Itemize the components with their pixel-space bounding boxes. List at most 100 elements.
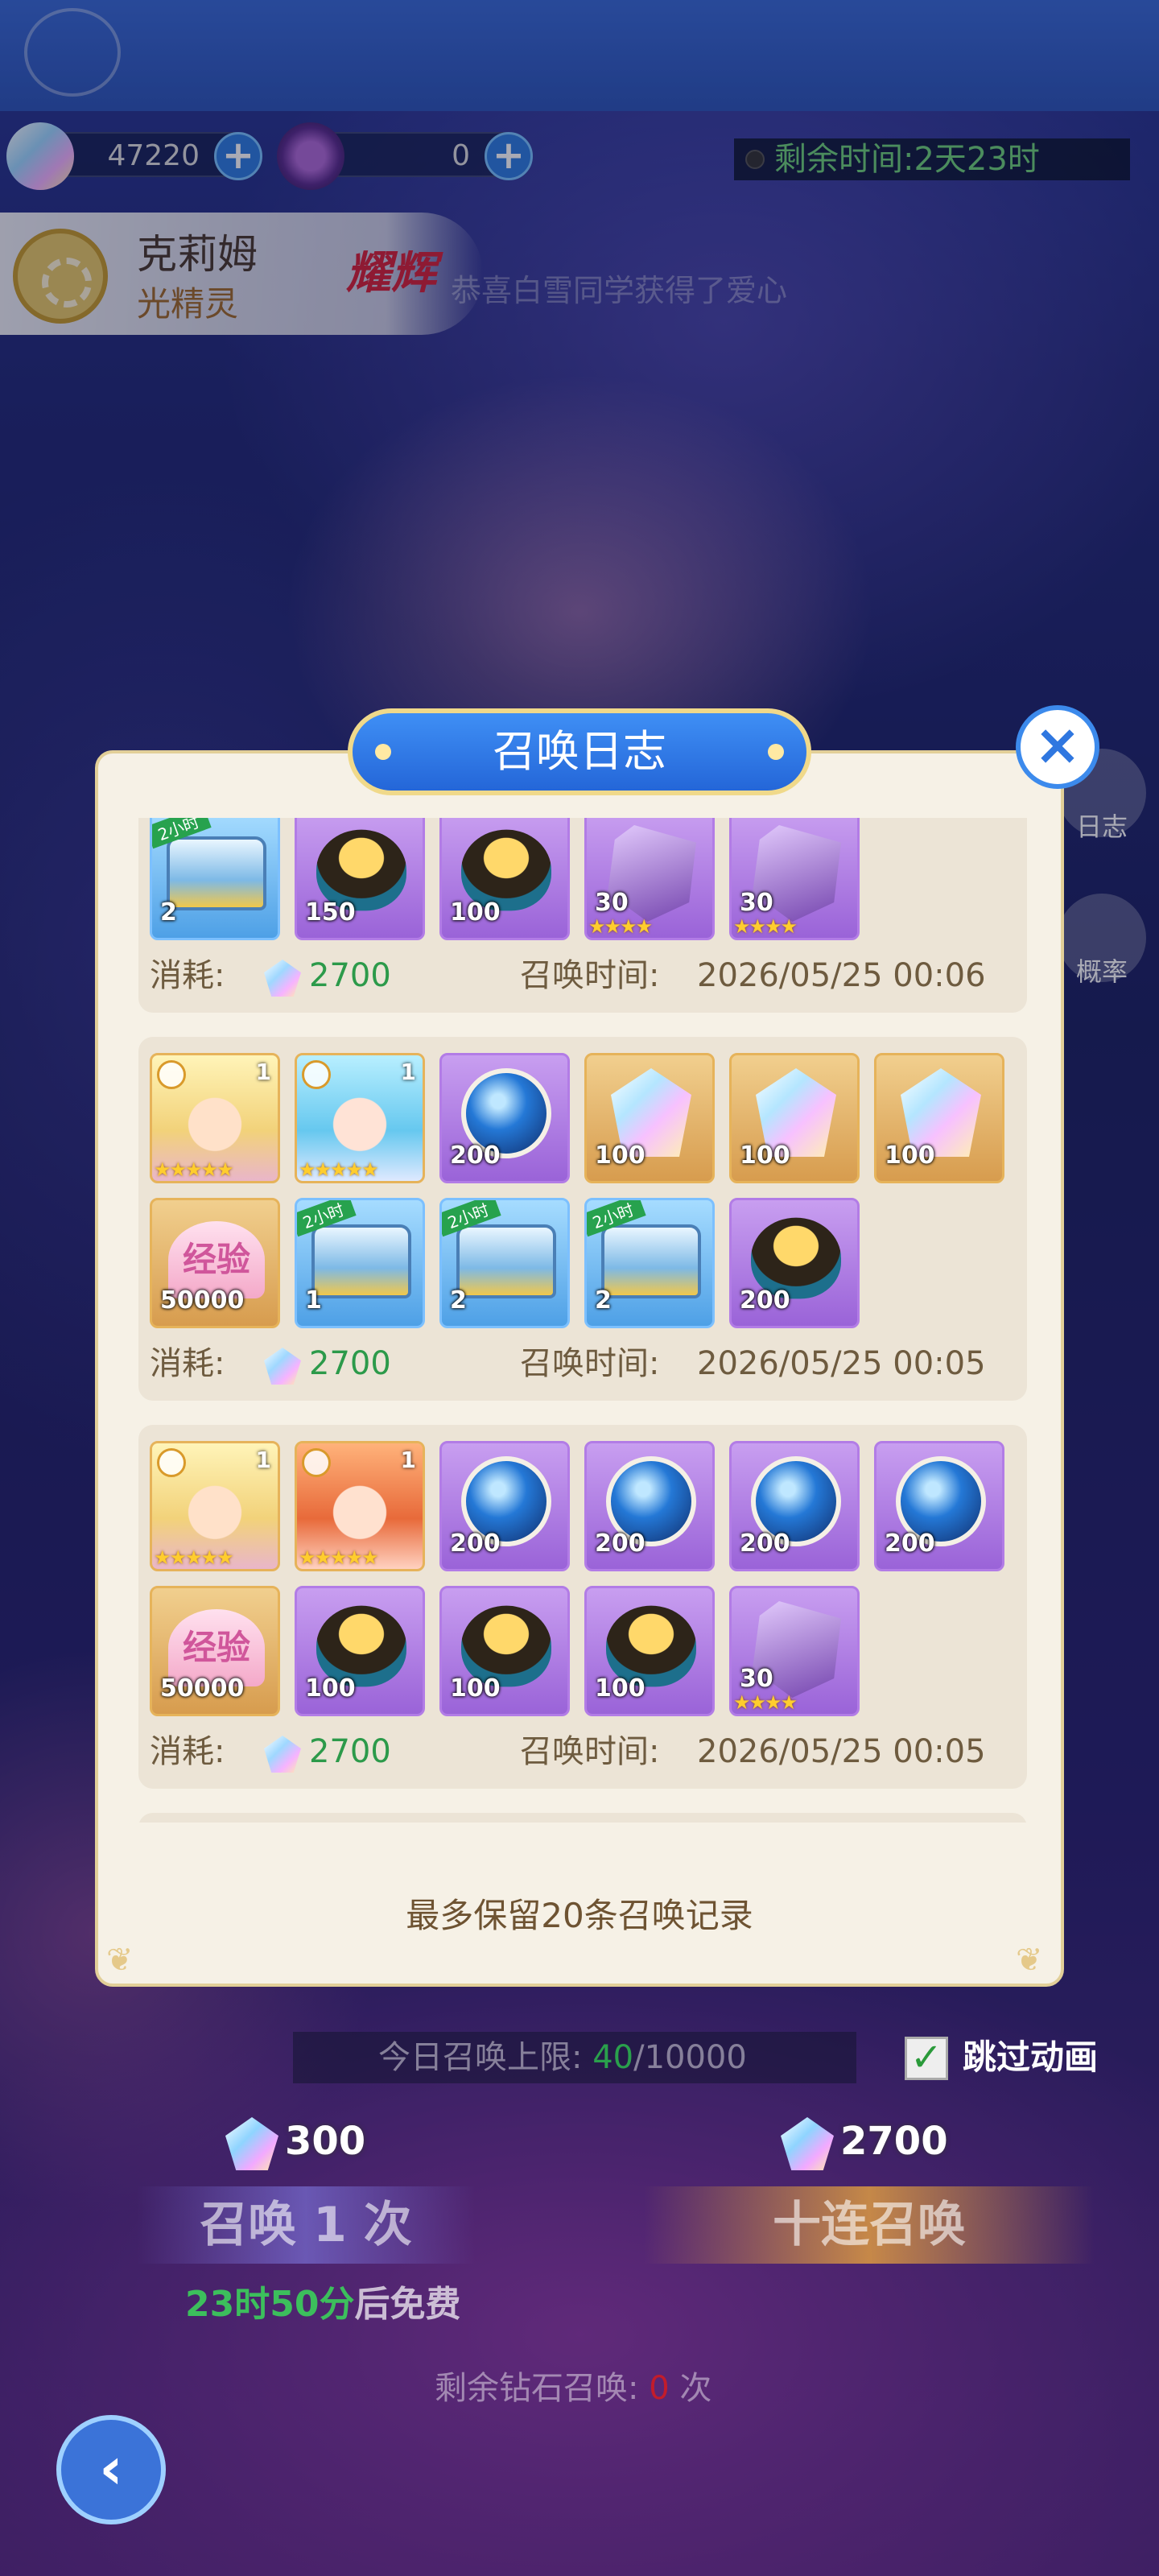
- star-rating: ★★★★: [733, 1691, 798, 1714]
- item-count: 2: [595, 1286, 612, 1315]
- log-entry-summary: 消耗: 2700 召唤时间: 2026/05/25 00:05: [150, 1340, 1016, 1388]
- reward-item[interactable]: 200: [874, 1441, 1004, 1571]
- reward-item[interactable]: 200: [439, 1053, 570, 1183]
- remain-count: 0: [649, 2370, 670, 2407]
- item-count: 200: [595, 1530, 645, 1558]
- cost-label: 消耗:: [150, 1733, 225, 1770]
- item-count: 200: [885, 1530, 935, 1558]
- cost-value: 2700: [309, 1345, 391, 1382]
- item-count: 2: [450, 1286, 467, 1315]
- summon-log-dialog: 2小时 2 150 100 30 ★★★★ 30 ★★★★ 消耗: 2700 召唤时间: 2026/0…: [95, 750, 1064, 1987]
- summon-ten-button[interactable]: 十连召唤: [644, 2186, 1095, 2264]
- reward-item[interactable]: 30 ★★★★: [729, 818, 860, 940]
- reward-item[interactable]: 2小时 2: [439, 1198, 570, 1328]
- item-quantity: 1: [255, 1447, 271, 1473]
- item-count: 30: [740, 889, 773, 917]
- star-rating: ★★★★★: [154, 1158, 234, 1181]
- log-scroll-area[interactable]: 2小时 2 150 100 30 ★★★★ 30 ★★★★ 消耗: 2700 召唤时间: 2026/0…: [138, 818, 1027, 1823]
- reward-item[interactable]: 经验 50000: [150, 1586, 280, 1716]
- item-count: 200: [740, 1286, 790, 1315]
- ten-price-value: 2700: [840, 2119, 948, 2164]
- log-footer-note: 最多保留20条召唤记录: [406, 1896, 753, 1935]
- cost-label: 消耗:: [150, 957, 225, 994]
- reward-item[interactable]: 200: [729, 1441, 860, 1571]
- reward-item[interactable]: 经验 50000: [150, 1198, 280, 1328]
- log-list: 2小时 2 150 100 30 ★★★★ 30 ★★★★ 消耗: 2700 召唤时间: 2026/0…: [138, 818, 1027, 1823]
- dialog-title: 召唤日志: [493, 726, 666, 777]
- dialog-title-tab: 召唤日志: [348, 708, 811, 795]
- item-count: 30: [740, 1665, 773, 1693]
- reward-item[interactable]: 100: [584, 1586, 715, 1716]
- reward-item[interactable]: 200: [439, 1441, 570, 1571]
- log-entry: 经验2小时消耗:召唤时间:: [138, 1813, 1027, 1823]
- star-rating: ★★★★: [588, 915, 653, 938]
- item-count: 100: [740, 1141, 790, 1170]
- reward-item[interactable]: 200: [729, 1198, 860, 1328]
- chest-icon: [601, 1224, 701, 1298]
- star-rating: ★★★★: [733, 915, 798, 938]
- item-count: 100: [450, 898, 501, 927]
- item-count: 50000: [160, 1674, 245, 1703]
- daily-limit-label: 今日召唤上限:: [378, 2039, 583, 2076]
- chest-icon: [167, 836, 266, 910]
- summon-time: 2026/05/25 00:05: [697, 1345, 986, 1382]
- star-rating: ★★★★★: [299, 1158, 379, 1181]
- diamond-icon: [225, 2117, 278, 2170]
- time-label: 召唤时间:: [520, 957, 660, 994]
- cost-label: 消耗:: [150, 1345, 225, 1382]
- single-price-value: 300: [285, 2119, 366, 2164]
- item-count: 100: [595, 1141, 645, 1170]
- reward-item[interactable]: 1 ★★★★★: [295, 1053, 425, 1183]
- reward-item[interactable]: 150: [295, 818, 425, 940]
- free-summon-timer: 23时50分后免费: [185, 2275, 460, 2326]
- reward-item[interactable]: 2小时 1: [295, 1198, 425, 1328]
- item-count: 1: [305, 1286, 322, 1315]
- time-label: 召唤时间:: [520, 1345, 660, 1382]
- item-count: 50000: [160, 1286, 245, 1315]
- reward-grid: 1 ★★★★★ 1 ★★★★★ 200 200 200 200 经验 50000 100 100 100…: [150, 1441, 1016, 1716]
- reward-item[interactable]: 30 ★★★★: [584, 818, 715, 940]
- reward-item[interactable]: 100: [874, 1053, 1004, 1183]
- reward-item[interactable]: 100: [439, 818, 570, 940]
- reward-item[interactable]: 100: [729, 1053, 860, 1183]
- summon-once-button[interactable]: 召唤 1 次: [137, 2186, 475, 2264]
- remain-prefix: 剩余钻石召唤:: [435, 2370, 639, 2407]
- corner-ornament-icon: ❦: [1016, 1942, 1043, 1979]
- item-count: 100: [595, 1674, 645, 1703]
- summon-time: 2026/05/25 00:06: [697, 957, 986, 994]
- remain-suffix: 次: [679, 2370, 712, 2407]
- item-count: 150: [305, 898, 356, 927]
- reward-item[interactable]: 30 ★★★★: [729, 1586, 860, 1716]
- reward-item[interactable]: 2小时 2: [150, 818, 280, 940]
- close-button[interactable]: ×: [1016, 705, 1099, 789]
- back-button[interactable]: ‹: [56, 2415, 166, 2524]
- single-price: 300: [225, 2117, 365, 2170]
- reward-item[interactable]: 1 ★★★★★: [295, 1441, 425, 1571]
- skip-animation-label: 跳过动画: [963, 2037, 1099, 2077]
- reward-item[interactable]: 200: [584, 1441, 715, 1571]
- item-count: 100: [305, 1674, 356, 1703]
- item-count: 30: [595, 889, 629, 917]
- free-suffix: 后免费: [354, 2284, 461, 2325]
- reward-item[interactable]: 100: [584, 1053, 715, 1183]
- reward-item[interactable]: 1 ★★★★★: [150, 1441, 280, 1571]
- chest-icon: [311, 1224, 411, 1298]
- ten-price: 2700: [781, 2117, 948, 2170]
- item-quantity: 1: [255, 1059, 271, 1085]
- daily-limit-bar: 今日召唤上限: 40/10000: [293, 2032, 856, 2083]
- reward-item[interactable]: 100: [439, 1586, 570, 1716]
- cost-value: 2700: [309, 957, 391, 994]
- star-rating: ★★★★★: [154, 1546, 234, 1569]
- reward-item[interactable]: 100: [295, 1586, 425, 1716]
- reward-grid: 2小时 2 150 100 30 ★★★★ 30 ★★★★: [150, 818, 1016, 940]
- element-badge-icon: [302, 1448, 331, 1477]
- log-entry-summary: 消耗: 2700 召唤时间: 2026/05/25 00:05: [150, 1728, 1016, 1776]
- star-rating: ★★★★★: [299, 1546, 379, 1569]
- daily-limit-max: /10000: [633, 2039, 747, 2076]
- reward-grid: 1 ★★★★★ 1 ★★★★★ 200 100 100 100 经验 50000 2小时 1 2小时 2 2…: [150, 1053, 1016, 1328]
- item-quantity: 1: [400, 1059, 416, 1085]
- reward-item[interactable]: 2小时 2: [584, 1198, 715, 1328]
- skip-animation-toggle[interactable]: ✓ 跳过动画: [905, 2032, 1098, 2083]
- reward-item[interactable]: 1 ★★★★★: [150, 1053, 280, 1183]
- chest-icon: [456, 1224, 556, 1298]
